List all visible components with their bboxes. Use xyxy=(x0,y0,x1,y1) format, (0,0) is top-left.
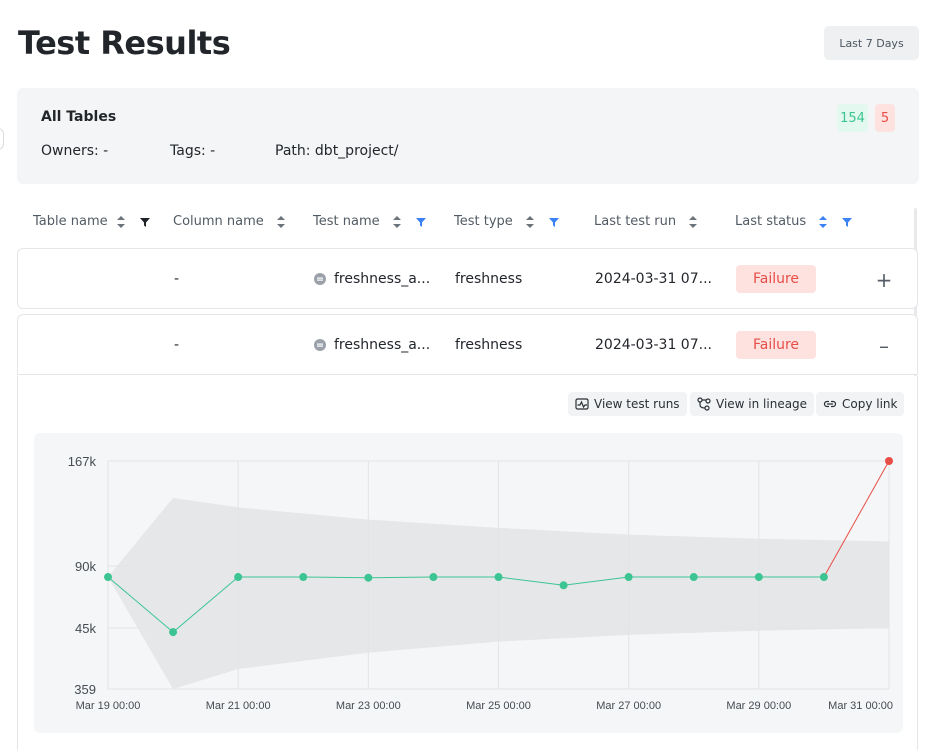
data-point xyxy=(104,573,112,582)
filter-icon[interactable] xyxy=(548,217,559,227)
sort-icon[interactable] xyxy=(525,215,535,229)
chart-container: 167k 90k 45k 359 Mar 19 00:00 Mar 21 00:00 Mar… xyxy=(34,433,903,733)
x-tick-label: Mar 19 00:00 xyxy=(76,700,141,712)
test-status-icon xyxy=(314,339,326,351)
sort-icon[interactable] xyxy=(116,215,126,229)
data-point xyxy=(429,573,438,582)
column-header-last-status[interactable]: Last status xyxy=(735,214,853,229)
x-tick-label: Mar 31 00:00 xyxy=(828,700,893,712)
x-tick-label: Mar 23 00:00 xyxy=(336,700,401,712)
passed-count-badge: 154 xyxy=(837,104,868,132)
test-type-cell: freshness xyxy=(455,337,523,353)
date-range-button[interactable]: Last 7 Days xyxy=(824,26,919,60)
summary-panel: All Tables Owners: - Tags: - Path: dbt_p… xyxy=(17,88,919,184)
page-title: Test Results xyxy=(18,24,231,62)
y-tick-label: 167k xyxy=(68,454,97,469)
column-label: Last status xyxy=(735,214,807,229)
y-tick-label: 359 xyxy=(74,682,96,697)
data-point xyxy=(364,573,373,582)
last-run-cell: 2024-03-31 07... xyxy=(595,337,712,353)
x-tick-label: Mar 27 00:00 xyxy=(596,700,661,712)
table-row[interactable]: - freshness_a... freshness 2024-03-31 07… xyxy=(17,314,918,375)
table-row[interactable]: - freshness_a... freshness 2024-03-31 07… xyxy=(17,248,918,309)
sort-icon[interactable] xyxy=(392,215,402,229)
y-tick-label: 90k xyxy=(75,559,96,574)
data-point xyxy=(885,457,893,465)
sort-icon[interactable] xyxy=(276,215,286,229)
activity-icon xyxy=(575,398,589,410)
lineage-icon xyxy=(697,397,711,411)
y-tick-label: 45k xyxy=(75,621,96,636)
data-point xyxy=(624,573,633,582)
link-icon xyxy=(823,400,837,408)
column-header-test-type[interactable]: Test type xyxy=(454,214,559,229)
column-header-last-test-run[interactable]: Last test run xyxy=(594,214,698,229)
column-label: Test name xyxy=(313,214,380,229)
column-label: Last test run xyxy=(594,214,677,229)
copy-link-button[interactable]: Copy link xyxy=(816,392,905,416)
filter-icon[interactable] xyxy=(139,217,150,227)
column-header-test-name[interactable]: Test name xyxy=(313,214,426,229)
filter-icon[interactable] xyxy=(415,217,426,227)
sort-icon[interactable] xyxy=(818,215,828,229)
test-name-cell: freshness_a... xyxy=(314,271,430,287)
column-name-cell: - xyxy=(174,337,180,353)
failed-count-badge: 5 xyxy=(875,104,895,132)
copy-link-label: Copy link xyxy=(842,397,898,411)
x-tick-label: Mar 21 00:00 xyxy=(206,700,271,712)
sort-icon[interactable] xyxy=(688,215,698,229)
data-point xyxy=(559,581,568,590)
test-status-icon xyxy=(314,273,326,285)
table-header: Table name Column name Test name Test ty… xyxy=(17,204,919,240)
series-line-segment xyxy=(368,576,434,579)
data-point xyxy=(819,573,828,582)
series-line-segment xyxy=(303,576,369,579)
test-name-text: freshness_a... xyxy=(334,337,431,353)
view-in-lineage-button[interactable]: View in lineage xyxy=(690,392,815,416)
data-point xyxy=(494,573,503,582)
data-point xyxy=(169,628,178,637)
data-point xyxy=(754,573,763,582)
status-badge: Failure xyxy=(736,331,816,359)
test-detail-panel: View test runs View in lineage Copy link… xyxy=(17,376,918,750)
test-name-cell: freshness_a... xyxy=(314,337,430,353)
status-badge: Failure xyxy=(736,265,816,293)
data-point xyxy=(234,573,243,582)
data-point xyxy=(299,573,308,582)
column-header-table-name[interactable]: Table name xyxy=(33,214,150,229)
column-header-column-name[interactable]: Column name xyxy=(173,214,286,229)
collapse-row-button[interactable]: – xyxy=(876,332,892,360)
owners-label: Owners: - xyxy=(41,143,109,159)
column-label: Table name xyxy=(33,214,108,229)
view-in-lineage-label: View in lineage xyxy=(716,397,808,411)
column-name-cell: - xyxy=(174,271,180,287)
x-tick-label: Mar 29 00:00 xyxy=(726,700,791,712)
tags-label: Tags: - xyxy=(170,143,216,159)
sidebar-handle[interactable] xyxy=(0,128,4,150)
filter-icon[interactable] xyxy=(842,217,853,227)
freshness-chart: 167k 90k 45k 359 Mar 19 00:00 Mar 21 00:00 Mar… xyxy=(68,454,893,712)
data-point xyxy=(689,573,698,582)
column-label: Column name xyxy=(173,214,264,229)
test-type-cell: freshness xyxy=(455,271,523,287)
view-test-runs-label: View test runs xyxy=(594,397,680,411)
path-label: Path: dbt_project/ xyxy=(275,143,399,159)
expand-row-button[interactable]: + xyxy=(876,266,893,294)
column-label: Test type xyxy=(454,214,513,229)
x-tick-label: Mar 25 00:00 xyxy=(466,700,531,712)
last-run-cell: 2024-03-31 07... xyxy=(595,271,712,287)
view-test-runs-button[interactable]: View test runs xyxy=(568,392,687,416)
test-name-text: freshness_a... xyxy=(334,271,431,287)
summary-title: All Tables xyxy=(41,109,117,125)
